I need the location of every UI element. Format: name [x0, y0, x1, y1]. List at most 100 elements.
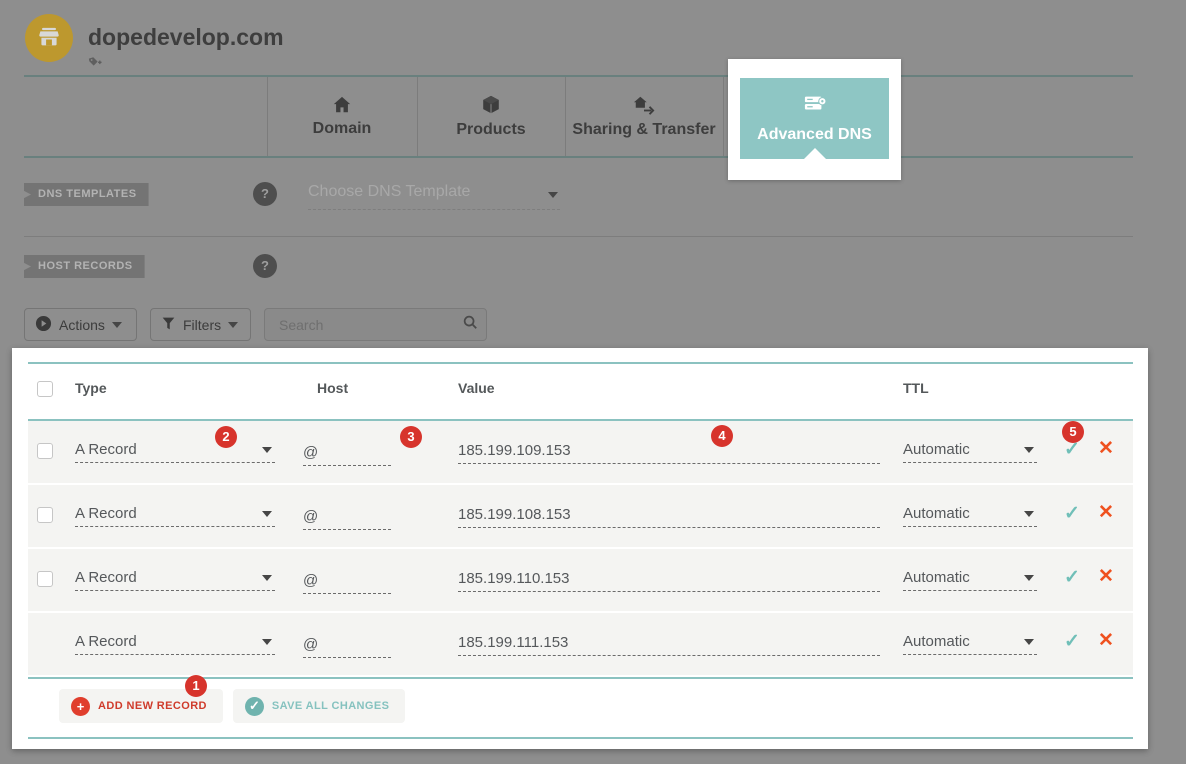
record-value-value: 185.199.111.153: [458, 634, 568, 651]
chevron-down-icon: [228, 322, 238, 328]
record-host-input[interactable]: @: [303, 439, 391, 466]
tour-badge-save: 5: [1062, 421, 1084, 443]
dns-templates-label: DNS TEMPLATES: [24, 183, 149, 206]
confirm-record-icon[interactable]: ✓: [1064, 630, 1080, 653]
record-ttl-select[interactable]: Automatic: [903, 500, 1037, 527]
record-value-value: 185.199.108.153: [458, 506, 571, 523]
help-icon[interactable]: ?: [253, 254, 277, 278]
column-header-host[interactable]: Host: [317, 380, 348, 396]
record-type-select[interactable]: A Record: [75, 564, 275, 591]
record-value-input[interactable]: 185.199.108.153: [458, 501, 880, 528]
record-type-value: A Record: [75, 569, 137, 586]
select-all-checkbox[interactable]: [37, 381, 53, 397]
table-row: A Record @ 185.199.109.153 Automatic ✓ ✕: [28, 421, 1133, 483]
record-ttl-select[interactable]: Automatic: [903, 436, 1037, 463]
row-checkbox[interactable]: [37, 507, 53, 523]
record-host-input[interactable]: @: [303, 631, 391, 658]
tour-badge-host: 3: [400, 426, 422, 448]
record-value-input[interactable]: 185.199.110.153: [458, 565, 880, 592]
record-value-input[interactable]: 185.199.109.153: [458, 437, 880, 464]
tab-label: Products: [456, 121, 525, 139]
funnel-icon: [161, 316, 176, 334]
records-list: A Record @ 185.199.109.153 Automatic ✓ ✕…: [28, 421, 1133, 677]
actions-button[interactable]: Actions: [24, 308, 137, 341]
record-type-value: A Record: [75, 441, 137, 458]
chevron-down-icon: [112, 322, 122, 328]
record-type-value: A Record: [75, 505, 137, 522]
tour-spotlight: Advanced DNS: [728, 59, 901, 180]
host-records-label: HOST RECORDS: [24, 255, 145, 278]
record-ttl-value: Automatic: [903, 633, 970, 650]
check-circle-icon: ✓: [245, 697, 264, 716]
row-checkbox[interactable]: [37, 443, 53, 459]
chevron-down-icon: [1024, 639, 1034, 645]
server-gear-icon: [802, 93, 828, 120]
tab-products[interactable]: Products: [417, 77, 565, 156]
chevron-down-icon: [262, 639, 272, 645]
search-icon[interactable]: [462, 314, 478, 335]
search-input[interactable]: [277, 316, 462, 334]
record-value-input[interactable]: 185.199.111.153: [458, 629, 880, 656]
delete-record-icon[interactable]: ✕: [1098, 565, 1114, 588]
chevron-down-icon: [1024, 447, 1034, 453]
tab-advanced-dns[interactable]: Advanced DNS: [740, 78, 889, 159]
filters-button[interactable]: Filters: [150, 308, 251, 341]
dns-template-dropdown-value: Choose DNS Template: [308, 183, 470, 200]
table-row: A Record @ 185.199.108.153 Automatic ✓ ✕: [28, 485, 1133, 547]
tooltip-arrow: [804, 148, 826, 159]
tab-label: Domain: [313, 120, 372, 138]
filters-button-label: Filters: [183, 317, 221, 333]
tag-plus-icon[interactable]: [88, 56, 102, 72]
record-value-value: 185.199.110.153: [458, 570, 570, 587]
delete-record-icon[interactable]: ✕: [1098, 501, 1114, 524]
row-checkbox[interactable]: [37, 571, 53, 587]
column-header-type[interactable]: Type: [75, 380, 107, 396]
dns-template-dropdown[interactable]: Choose DNS Template: [308, 183, 560, 210]
tab-domain[interactable]: Domain: [267, 77, 417, 156]
record-host-value: @: [303, 508, 318, 525]
tab-divider: [723, 77, 724, 156]
transfer-house-icon: [631, 94, 657, 116]
table-row: A Record @ 185.199.110.153 Automatic ✓ ✕: [28, 549, 1133, 611]
record-host-value: @: [303, 636, 318, 653]
record-ttl-select[interactable]: Automatic: [903, 564, 1037, 591]
chevron-down-icon: [262, 575, 272, 581]
record-type-select[interactable]: A Record: [75, 628, 275, 655]
column-header-ttl[interactable]: TTL: [903, 380, 929, 396]
record-host-input[interactable]: @: [303, 503, 391, 530]
tab-bar: Domain Products Sharing & Transfer: [24, 77, 1133, 158]
record-ttl-value: Automatic: [903, 569, 970, 586]
help-icon[interactable]: ?: [253, 182, 277, 206]
column-header-value[interactable]: Value: [458, 380, 495, 396]
panel-top-line: [28, 362, 1133, 364]
record-value-value: 185.199.109.153: [458, 442, 571, 459]
chevron-down-icon: [262, 511, 272, 517]
play-circle-icon: [35, 315, 52, 335]
plus-circle-icon: +: [71, 697, 90, 716]
save-all-changes-button[interactable]: ✓ SAVE ALL CHANGES: [233, 689, 405, 723]
confirm-record-icon[interactable]: ✓: [1064, 566, 1080, 589]
delete-record-icon[interactable]: ✕: [1098, 629, 1114, 652]
advanced-dns-page: dopedevelop.com Domain: [0, 0, 1186, 764]
delete-record-icon[interactable]: ✕: [1098, 437, 1114, 460]
record-host-value: @: [303, 444, 318, 461]
page-title: dopedevelop.com: [88, 24, 284, 51]
house-icon: [331, 95, 353, 115]
confirm-record-icon[interactable]: ✓: [1064, 502, 1080, 525]
tab-sharing-transfer[interactable]: Sharing & Transfer: [565, 77, 723, 156]
save-all-changes-label: SAVE ALL CHANGES: [272, 700, 389, 712]
box-icon: [480, 94, 502, 116]
record-type-select[interactable]: A Record: [75, 436, 275, 463]
tour-badge-type: 2: [215, 426, 237, 448]
chevron-down-icon: [1024, 575, 1034, 581]
chevron-down-icon: [262, 447, 272, 453]
panel-bottom-line: [28, 737, 1133, 739]
record-ttl-select[interactable]: Automatic: [903, 628, 1037, 655]
record-type-select[interactable]: A Record: [75, 500, 275, 527]
record-ttl-value: Automatic: [903, 505, 970, 522]
domain-avatar: [25, 14, 73, 62]
table-row: A Record @ 185.199.111.153 Automatic ✓ ✕: [28, 613, 1133, 675]
section-divider: [24, 236, 1133, 237]
record-type-value: A Record: [75, 633, 137, 650]
record-host-input[interactable]: @: [303, 567, 391, 594]
